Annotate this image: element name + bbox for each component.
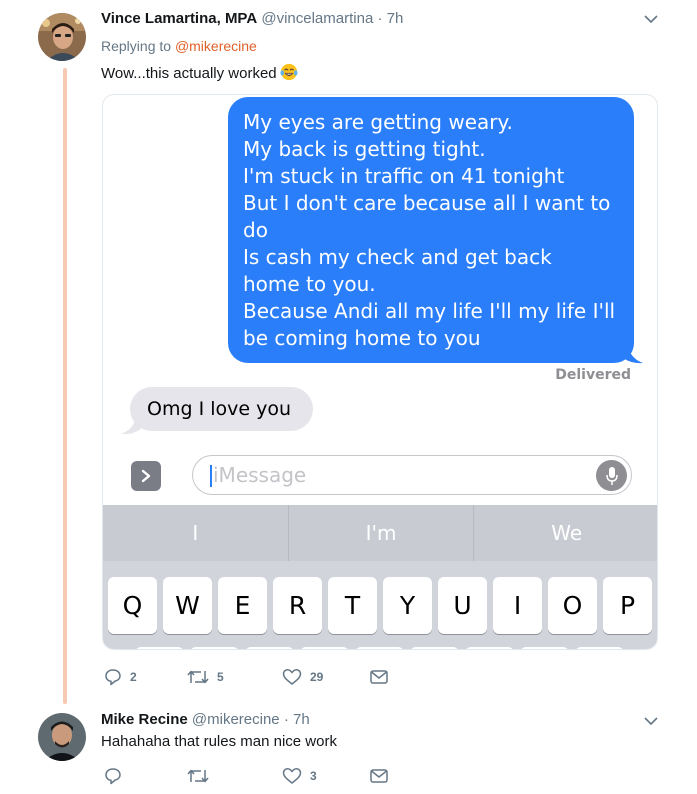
- key-y[interactable]: Y: [383, 577, 432, 634]
- key-u[interactable]: U: [438, 577, 487, 634]
- message-line: My eyes are getting weary.: [243, 110, 513, 134]
- next-row-key: [355, 647, 404, 649]
- tweet2-header: Mike Recine @mikerecine · 7h: [101, 711, 310, 728]
- message-line: home to you.: [243, 272, 376, 296]
- separator-dot: ·: [283, 711, 289, 728]
- dictation-button[interactable]: [596, 460, 627, 491]
- next-row-key: [135, 647, 184, 649]
- mention-link[interactable]: @mikerecine: [175, 38, 257, 54]
- retweet-count: 5: [217, 670, 224, 684]
- like-count: 29: [310, 670, 324, 684]
- avatar-vince-image: [38, 13, 86, 61]
- key-t[interactable]: T: [328, 577, 377, 634]
- reply-icon: [105, 768, 121, 785]
- text-cursor: [210, 465, 212, 487]
- message-line: do: [243, 218, 268, 242]
- tweet2-body: Hahahaha that rules man nice work: [101, 733, 337, 750]
- retweet-action[interactable]: 5: [187, 668, 224, 686]
- message-line: be coming home to you: [243, 326, 481, 350]
- next-row-key: [300, 647, 349, 649]
- tweet1-header: Vince Lamartina, MPA @vincelamartina · 7…: [101, 10, 403, 27]
- sent-message-bubble: My eyes are getting weary. My back is ge…: [228, 97, 634, 363]
- reply-icon: [105, 669, 121, 686]
- suggestion-item[interactable]: We: [473, 505, 657, 561]
- imessage-input-field[interactable]: [192, 455, 632, 495]
- replying-to-line: Replying to @mikerecine: [101, 38, 257, 54]
- key-i[interactable]: I: [493, 577, 542, 634]
- next-row-key: [245, 647, 294, 649]
- suggestion-item[interactable]: I: [103, 505, 288, 561]
- envelope-icon: [370, 670, 388, 684]
- message-line: But I don't care because all I want to: [243, 191, 611, 215]
- tweet1-body: Wow...this actually worked: [101, 63, 298, 82]
- direct-message-action[interactable]: [370, 669, 388, 685]
- tears-of-joy-emoji-icon: [280, 63, 298, 81]
- message-line: Because Andi all my life I'll my life I'…: [243, 299, 616, 323]
- display-name[interactable]: Vince Lamartina, MPA: [101, 10, 257, 27]
- onscreen-keyboard: Q W E R T Y U I O P: [103, 561, 657, 649]
- key-q[interactable]: Q: [108, 577, 157, 634]
- sent-bubble-tail: [621, 342, 643, 364]
- chevron-right-icon: [141, 469, 151, 483]
- heart-icon: [282, 669, 302, 685]
- reply-count: 2: [130, 670, 137, 684]
- chevron-down-icon[interactable]: [642, 10, 660, 28]
- next-row-key: [410, 647, 459, 649]
- retweet-action[interactable]: [187, 767, 209, 785]
- next-row-key: [520, 647, 569, 649]
- avatar-mike[interactable]: [38, 713, 86, 761]
- reply-action[interactable]: 2: [104, 668, 137, 686]
- tweet-text: Wow...this actually worked: [101, 65, 277, 82]
- key-w[interactable]: W: [163, 577, 212, 634]
- received-message-bubble: Omg I love you: [130, 387, 313, 431]
- separator-dot: ·: [377, 10, 383, 27]
- next-row-key: [575, 647, 624, 649]
- next-row-key: [465, 647, 514, 649]
- predictive-text-bar: I I'm We: [103, 505, 657, 561]
- delivered-status: Delivered: [555, 367, 631, 383]
- key-p[interactable]: P: [603, 577, 652, 634]
- message-line: Is cash my check and get back: [243, 245, 552, 269]
- display-name[interactable]: Mike Recine: [101, 711, 188, 728]
- message-line: My back is getting tight.: [243, 137, 486, 161]
- key-e[interactable]: E: [218, 577, 267, 634]
- suggestion-item[interactable]: I'm: [287, 505, 474, 561]
- replying-prefix: Replying to: [101, 38, 172, 54]
- timestamp[interactable]: 7h: [293, 711, 310, 728]
- like-action[interactable]: 29: [282, 668, 323, 686]
- retweet-icon: [187, 769, 209, 783]
- direct-message-action[interactable]: [370, 768, 388, 784]
- user-handle[interactable]: @vincelamartina: [261, 10, 373, 27]
- message-line: I'm stuck in traffic on 41 tonight: [243, 164, 565, 188]
- retweet-icon: [187, 670, 209, 684]
- timestamp[interactable]: 7h: [387, 10, 404, 27]
- microphone-icon: [605, 466, 618, 485]
- key-o[interactable]: O: [548, 577, 597, 634]
- message-input[interactable]: [213, 460, 573, 490]
- next-row-key: [190, 647, 239, 649]
- expand-apps-button[interactable]: [131, 461, 161, 491]
- tweet-media-image[interactable]: My eyes are getting weary. My back is ge…: [102, 94, 658, 650]
- like-count: 3: [310, 769, 317, 783]
- user-handle[interactable]: @mikerecine: [192, 711, 280, 728]
- reply-action[interactable]: [104, 767, 122, 785]
- heart-icon: [282, 768, 302, 784]
- like-action[interactable]: 3: [282, 767, 317, 785]
- envelope-icon: [370, 769, 388, 783]
- thread-connector-line: [63, 68, 67, 704]
- avatar-vince[interactable]: [38, 13, 86, 61]
- chevron-down-icon[interactable]: [642, 712, 660, 730]
- key-r[interactable]: R: [273, 577, 322, 634]
- avatar-mike-image: [38, 713, 86, 761]
